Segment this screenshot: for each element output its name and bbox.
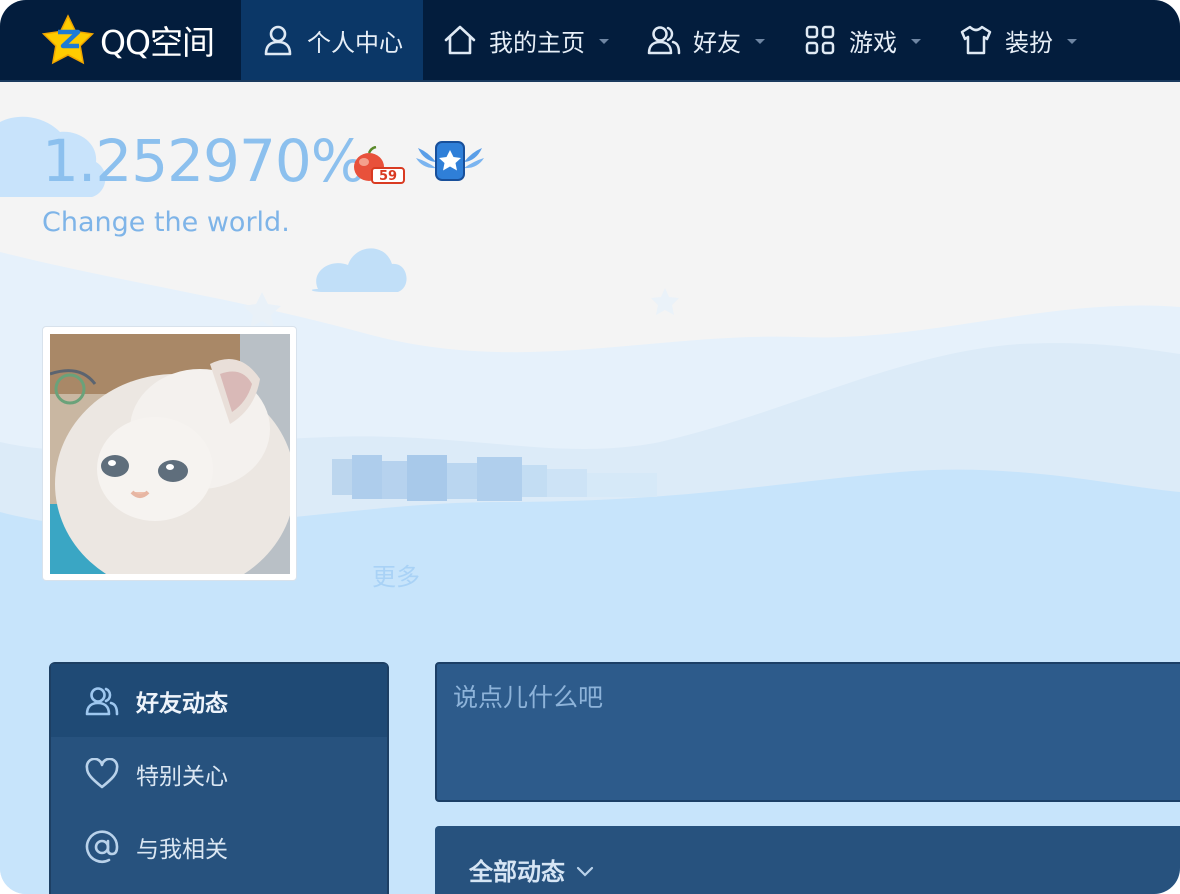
nav-personal-center[interactable]: 个人中心: [241, 0, 423, 80]
friends-icon: [647, 23, 681, 57]
chevron-down-icon: [1067, 38, 1077, 44]
logo-text: QQ空间: [100, 23, 215, 62]
level-number: 59: [379, 169, 397, 184]
menu-friend-feeds[interactable]: 好友动态: [51, 664, 387, 737]
menu-related-to-me[interactable]: 与我相关: [51, 810, 387, 883]
nav-games[interactable]: 游戏: [783, 0, 939, 80]
qzone-logo[interactable]: QQ空间: [0, 0, 241, 80]
nav-label: 好友: [693, 28, 741, 57]
nav-my-homepage[interactable]: 我的主页: [423, 0, 627, 80]
winged-star-icon: [416, 141, 484, 181]
menu-label: 与我相关: [136, 836, 228, 863]
apple-icon: 59: [354, 145, 405, 184]
more-link[interactable]: 更多: [372, 557, 420, 592]
qzone-star-icon: [41, 14, 95, 65]
feed-side-menu: 好友动态 特别关心 与我相关: [49, 662, 389, 894]
shirt-icon: [959, 23, 993, 57]
nav-label: 我的主页: [489, 28, 585, 57]
feed-filter-dropdown[interactable]: 全部动态: [469, 852, 595, 887]
status-composer[interactable]: 说点儿什么吧: [435, 662, 1180, 802]
menu-special-care[interactable]: 特别关心: [51, 737, 387, 810]
chevron-down-icon: [575, 856, 595, 884]
friends-icon: [84, 683, 120, 719]
chevron-down-icon: [599, 38, 609, 44]
avatar-cat-image: [50, 334, 290, 574]
grid-icon: [803, 23, 837, 57]
nav-dressup[interactable]: 装扮: [939, 0, 1095, 80]
nav-label: 个人中心: [307, 28, 403, 57]
at-icon: [84, 829, 120, 865]
visitor-percent: 1.252970%: [42, 127, 366, 195]
nav-label: 游戏: [849, 28, 897, 57]
top-navigation: QQ空间 个人中心 我的主页 好友 游戏 装扮: [0, 0, 1180, 82]
nav-friends[interactable]: 好友: [627, 0, 783, 80]
avatar-frame[interactable]: [42, 326, 297, 581]
feed-filter-label: 全部动态: [469, 858, 565, 886]
menu-label: 好友动态: [136, 690, 228, 717]
vip-wing-badge[interactable]: [414, 138, 486, 190]
home-icon: [443, 23, 477, 57]
person-icon: [261, 23, 295, 57]
nav-label: 装扮: [1005, 28, 1053, 57]
username-blurred: [332, 455, 662, 505]
feed-header: 全部动态: [435, 826, 1180, 894]
menu-label: 特别关心: [136, 763, 228, 790]
heart-icon: [84, 756, 120, 792]
composer-placeholder: 说点儿什么吧: [453, 683, 604, 712]
avatar[interactable]: [50, 334, 290, 574]
chevron-down-icon: [911, 38, 921, 44]
qzone-window: 1.252970% 59 Change the world. 更多 QQ空间 个…: [0, 0, 1180, 894]
chevron-down-icon: [755, 38, 765, 44]
apple-level-badge[interactable]: 59: [352, 145, 406, 190]
profile-slogan: Change the world.: [42, 207, 290, 238]
